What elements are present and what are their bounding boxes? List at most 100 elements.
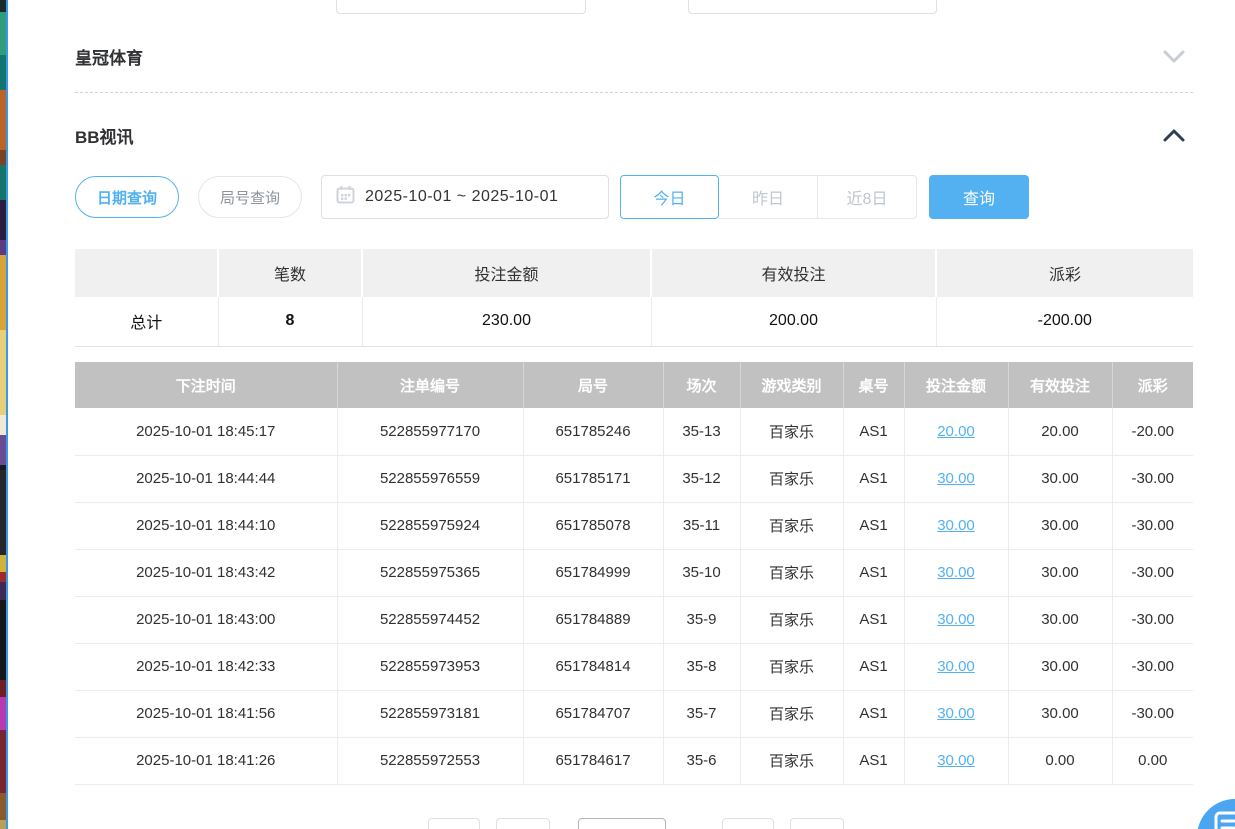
- cell-payout: -30.00: [1112, 549, 1193, 596]
- col-header-bet-time: 下注时间: [75, 362, 337, 408]
- cell-game-type: 百家乐: [740, 737, 843, 784]
- summary-header-payout: 派彩: [936, 249, 1193, 297]
- table-row: 2025-10-01 18:43:00522855974452651784889…: [75, 596, 1193, 643]
- summary-total-label: 总计: [75, 297, 218, 346]
- query-toolbar: 日期查询 局号查询 2025-10-01 ~ 2025-10-01 今日 昨日: [75, 175, 1029, 219]
- cell-game-type: 百家乐: [740, 690, 843, 737]
- date-range-value: 2025-10-01 ~ 2025-10-01: [365, 188, 558, 206]
- cell-table-no: AS1: [843, 502, 904, 549]
- summary-header-bet-amount: 投注金额: [362, 249, 651, 297]
- cell-bet-id: 522855977170: [337, 408, 523, 455]
- cell-table-no: AS1: [843, 690, 904, 737]
- top-input-right[interactable]: [688, 0, 937, 14]
- cell-bet-time: 2025-10-01 18:44:44: [75, 455, 337, 502]
- col-header-table-no: 桌号: [843, 362, 904, 408]
- col-header-valid-bet: 有效投注: [1008, 362, 1112, 408]
- summary-total-row: 总计 8 230.00 200.00 -200.00: [75, 297, 1193, 346]
- search-button[interactable]: 查询: [929, 175, 1029, 219]
- table-row: 2025-10-01 18:44:10522855975924651785078…: [75, 502, 1193, 549]
- cell-session: 35-13: [663, 408, 740, 455]
- cell-valid-bet: 30.00: [1008, 690, 1112, 737]
- table-row: 2025-10-01 18:44:44522855976559651785171…: [75, 455, 1193, 502]
- cell-round-id: 651784707: [523, 690, 663, 737]
- cell-bet-amount: 30.00: [904, 596, 1008, 643]
- pagination-jump-button[interactable]: [790, 818, 844, 829]
- cell-session: 35-8: [663, 643, 740, 690]
- cell-table-no: AS1: [843, 643, 904, 690]
- cell-table-no: AS1: [843, 408, 904, 455]
- cell-payout: -30.00: [1112, 455, 1193, 502]
- cell-session: 35-11: [663, 502, 740, 549]
- summary-total-valid-bet: 200.00: [651, 297, 936, 346]
- page-size-select[interactable]: [578, 818, 666, 829]
- cell-table-no: AS1: [843, 737, 904, 784]
- table-row: 2025-10-01 18:45:17522855977170651785246…: [75, 408, 1193, 455]
- cell-session: 35-9: [663, 596, 740, 643]
- bet-amount-link[interactable]: 30.00: [937, 611, 975, 628]
- pagination-page-button[interactable]: [496, 818, 550, 829]
- col-header-round-id: 局号: [523, 362, 663, 408]
- floating-action-button[interactable]: [1197, 799, 1235, 829]
- range-last8days-button[interactable]: 近8日: [818, 175, 917, 219]
- bet-amount-link[interactable]: 30.00: [937, 564, 975, 581]
- pagination-prev-button[interactable]: [428, 818, 480, 829]
- cell-game-type: 百家乐: [740, 643, 843, 690]
- cell-bet-time: 2025-10-01 18:43:00: [75, 596, 337, 643]
- chevron-up-icon[interactable]: [1161, 124, 1187, 146]
- cell-valid-bet: 30.00: [1008, 596, 1112, 643]
- table-row: 2025-10-01 18:41:56522855973181651784707…: [75, 690, 1193, 737]
- cell-game-type: 百家乐: [740, 549, 843, 596]
- cell-bet-time: 2025-10-01 18:41:56: [75, 690, 337, 737]
- cell-valid-bet: 30.00: [1008, 549, 1112, 596]
- cell-round-id: 651785171: [523, 455, 663, 502]
- calendar-icon: [336, 185, 355, 209]
- top-input-left[interactable]: [336, 0, 586, 14]
- bet-amount-link[interactable]: 30.00: [937, 658, 975, 675]
- bet-amount-link[interactable]: 30.00: [937, 705, 975, 722]
- cell-game-type: 百家乐: [740, 596, 843, 643]
- cell-bet-id: 522855972553: [337, 737, 523, 784]
- bet-amount-link[interactable]: 30.00: [937, 517, 975, 534]
- cell-bet-amount: 30.00: [904, 737, 1008, 784]
- date-range-picker[interactable]: 2025-10-01 ~ 2025-10-01: [321, 175, 609, 219]
- cell-bet-amount: 30.00: [904, 690, 1008, 737]
- range-today-button[interactable]: 今日: [620, 175, 719, 219]
- round-query-tab[interactable]: 局号查询: [198, 176, 302, 218]
- cell-game-type: 百家乐: [740, 502, 843, 549]
- summary-table: 笔数 投注金额 有效投注 派彩 总计 8 230.00 200.00 -200.…: [75, 249, 1193, 347]
- cell-round-id: 651784889: [523, 596, 663, 643]
- cell-table-no: AS1: [843, 549, 904, 596]
- table-row: 2025-10-01 18:43:42522855975365651784999…: [75, 549, 1193, 596]
- bet-amount-link[interactable]: 20.00: [937, 423, 975, 440]
- records-page: 皇冠体育 BB视讯 日期查询 局号查询 20: [0, 0, 1235, 829]
- summary-header-blank: [75, 249, 218, 297]
- section-title-bb-video: BB视讯: [75, 123, 134, 148]
- bet-amount-link[interactable]: 30.00: [937, 470, 975, 487]
- cell-round-id: 651784617: [523, 737, 663, 784]
- cell-bet-amount: 30.00: [904, 643, 1008, 690]
- date-query-tab[interactable]: 日期查询: [75, 176, 179, 218]
- cell-payout: -30.00: [1112, 502, 1193, 549]
- pagination-next-button[interactable]: [722, 818, 774, 829]
- bet-amount-link[interactable]: 30.00: [937, 752, 975, 769]
- range-yesterday-button[interactable]: 昨日: [719, 175, 818, 219]
- cell-bet-time: 2025-10-01 18:43:42: [75, 549, 337, 596]
- cell-bet-amount: 30.00: [904, 549, 1008, 596]
- col-header-game-type: 游戏类别: [740, 362, 843, 408]
- summary-total-bet-amount: 230.00: [362, 297, 651, 346]
- cell-bet-amount: 30.00: [904, 502, 1008, 549]
- summary-header-valid-bet: 有效投注: [651, 249, 936, 297]
- cell-bet-id: 522855976559: [337, 455, 523, 502]
- summary-total-payout: -200.00: [936, 297, 1193, 346]
- cell-bet-time: 2025-10-01 18:41:26: [75, 737, 337, 784]
- cell-session: 35-12: [663, 455, 740, 502]
- cell-session: 35-10: [663, 549, 740, 596]
- cell-bet-time: 2025-10-01 18:42:33: [75, 643, 337, 690]
- summary-header-count: 笔数: [218, 249, 362, 297]
- background-page-strip: [0, 0, 8, 829]
- chevron-down-icon[interactable]: [1161, 45, 1187, 67]
- cell-round-id: 651785078: [523, 502, 663, 549]
- cell-bet-id: 522855975924: [337, 502, 523, 549]
- cell-valid-bet: 30.00: [1008, 643, 1112, 690]
- table-row: 2025-10-01 18:41:26522855972553651784617…: [75, 737, 1193, 784]
